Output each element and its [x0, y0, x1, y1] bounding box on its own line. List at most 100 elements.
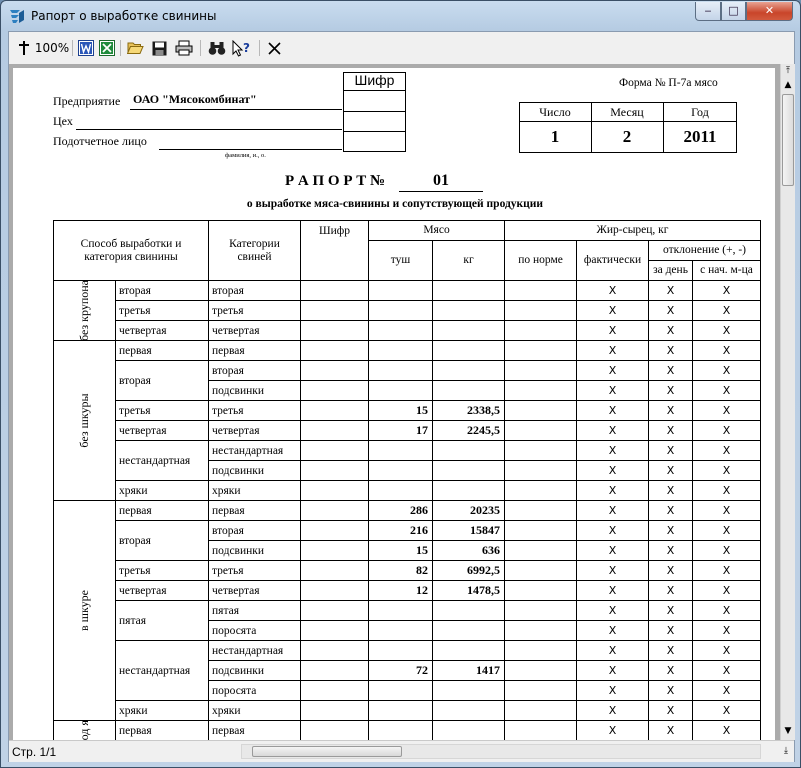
kg-cell: 2338,5 [432, 400, 506, 421]
save-icon[interactable] [150, 39, 168, 57]
table-row: без крупона вторая вторая X X X [52, 280, 762, 341]
cipher-cell [300, 700, 370, 721]
report-window: Рапорт о выработке свинины ‒ □ ✕ 100% ? … [0, 0, 801, 768]
maximize-button[interactable]: □ [721, 2, 746, 21]
fat-norm-cell [504, 480, 578, 501]
method-cell: вторая [115, 360, 210, 401]
cipher-cell [300, 320, 370, 341]
find-binoculars-icon[interactable] [207, 39, 227, 57]
header-since-month: с нач. м-ца [692, 260, 762, 281]
horizontal-scrollbar[interactable] [241, 744, 761, 759]
zoom-icon[interactable] [15, 39, 33, 57]
cipher-cell [300, 580, 370, 601]
method-cell: четвертая [115, 580, 210, 601]
deviation-month-cell: X [692, 420, 762, 441]
category-cell: подсвинки [208, 380, 302, 401]
carcasses-cell: 15 [368, 400, 434, 421]
header-deviation: отклонение (+, -) [648, 240, 762, 261]
category-cell: вторая [208, 520, 302, 541]
header-kg: кг [432, 240, 506, 281]
header-by-norm: по норме [504, 240, 578, 281]
kg-cell [432, 600, 506, 621]
kg-cell [432, 320, 506, 341]
vertical-scrollbar[interactable]: ⤒ ▲ ▼ [780, 64, 795, 740]
fat-actual-cell: X [576, 480, 650, 501]
carcasses-cell [368, 360, 434, 381]
header-meat: Мясо [368, 220, 506, 241]
report-title: Р А П О Р Т № [285, 173, 386, 189]
carcasses-cell [368, 300, 434, 321]
fat-actual-cell: X [576, 540, 650, 561]
fat-norm-cell [504, 540, 578, 561]
deviation-month-cell: X [692, 500, 762, 521]
kg-cell [432, 300, 506, 321]
excel-export-icon[interactable] [98, 39, 116, 57]
deviation-day-cell: X [648, 360, 694, 381]
carcasses-cell [368, 720, 434, 740]
context-help-icon[interactable]: ? [231, 39, 253, 57]
zoom-level[interactable]: 100% [35, 39, 69, 57]
fat-actual-cell: X [576, 460, 650, 481]
deviation-month-cell: X [692, 640, 762, 661]
category-cell: третья [208, 300, 302, 321]
kg-cell [432, 380, 506, 401]
date-box-divider [519, 121, 737, 122]
report-preview-area[interactable]: Форма № П-7а мясо Шифр Предприятие ОАО "… [9, 64, 780, 740]
carcasses-cell [368, 280, 434, 301]
category-cell: поросята [208, 620, 302, 641]
open-folder-icon[interactable] [126, 39, 144, 57]
cipher-cell [300, 720, 370, 740]
deviation-day-cell: X [648, 680, 694, 701]
scroll-down-icon[interactable]: ▼ [781, 724, 795, 738]
carcasses-cell [368, 480, 434, 501]
close-window-button[interactable]: ✕ [746, 2, 793, 21]
scroll-top-icon[interactable]: ⤒ [781, 64, 795, 78]
deviation-month-cell: X [692, 680, 762, 701]
deviation-month-cell: X [692, 620, 762, 641]
scroll-bottom-icon[interactable]: ⤓ [779, 744, 793, 758]
horizontal-scroll-thumb[interactable] [252, 746, 402, 757]
fat-norm-cell [504, 340, 578, 361]
form-number-label: Форма № П-7а мясо [619, 77, 718, 89]
scroll-up-icon[interactable]: ▲ [781, 78, 795, 92]
deviation-month-cell: X [692, 540, 762, 561]
fat-actual-cell: X [576, 720, 650, 740]
toolbar-separator [200, 40, 201, 56]
method-cell: нестандартная [115, 640, 210, 701]
cipher-cell [300, 360, 370, 381]
group-label: без шкуры [52, 340, 117, 501]
carcasses-cell [368, 620, 434, 641]
category-cell: подсвинки [208, 540, 302, 561]
minimize-button[interactable]: ‒ [695, 2, 721, 21]
deviation-month-cell: X [692, 360, 762, 381]
app-icon [10, 10, 24, 23]
group-label: в шкуре [52, 500, 117, 721]
deviation-month-cell: X [692, 380, 762, 401]
print-icon[interactable] [174, 39, 194, 57]
table-row: под як первая первая X X X [52, 720, 762, 740]
kg-cell: 1417 [432, 660, 506, 681]
table-row: третья третья 15 2338,5 X X X [54, 400, 762, 421]
vertical-scroll-thumb[interactable] [782, 94, 794, 186]
word-export-icon[interactable] [77, 39, 95, 57]
shop-underline [76, 129, 342, 130]
close-report-icon[interactable] [265, 39, 283, 57]
responsible-person-underline [159, 149, 342, 150]
deviation-month-cell: X [692, 700, 762, 721]
title-bar[interactable]: Рапорт о выработке свинины ‒ □ ✕ [1, 1, 800, 31]
category-cell: вторая [208, 360, 302, 381]
fat-actual-cell: X [576, 340, 650, 361]
year-label: Год [691, 105, 709, 119]
deviation-day-cell: X [648, 480, 694, 501]
fat-norm-cell [504, 360, 578, 381]
deviation-month-cell: X [692, 480, 762, 501]
deviation-day-cell: X [648, 720, 694, 740]
fat-actual-cell: X [576, 560, 650, 581]
fat-actual-cell: X [576, 680, 650, 701]
cipher-cell [300, 380, 370, 401]
kg-cell [432, 440, 506, 461]
carcasses-cell [368, 640, 434, 661]
month-value: 2 [622, 127, 632, 146]
fat-actual-cell: X [576, 660, 650, 681]
deviation-month-cell: X [692, 580, 762, 601]
